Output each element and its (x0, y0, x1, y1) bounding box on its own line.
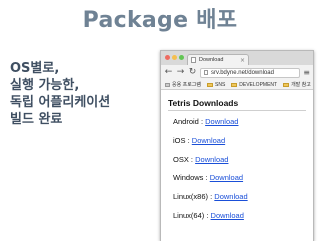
platform-label: Windows (173, 173, 204, 182)
url-text: srv.bdyne.net/download (211, 69, 274, 76)
bookmark-label: 개발 참고 (291, 82, 311, 88)
page-content: Tetris Downloads Android : Download iOS … (161, 90, 313, 241)
menu-icon[interactable]: ≡ (303, 68, 310, 77)
platform-label: Linux(64) (173, 211, 205, 220)
page-heading: Tetris Downloads (168, 98, 239, 108)
minimize-window-icon[interactable] (172, 55, 177, 60)
bookmarks-bar: 응용 프로그램 SNS DEVELOPMENT 개발 참고 (161, 80, 313, 90)
download-link-windows[interactable]: Download (210, 173, 243, 182)
bookmark-label: SNS (215, 81, 226, 88)
download-row-windows: Windows : Download (173, 173, 243, 182)
download-row-android: Android : Download (173, 117, 238, 126)
back-arrow-icon[interactable]: ← (164, 68, 173, 77)
address-bar[interactable]: srv.bdyne.net/download (200, 67, 301, 78)
description-line: 독립 어플리케이션 (10, 95, 111, 110)
tab-close-icon[interactable]: × (240, 57, 245, 64)
bookmark-label: DEVELOPMENT (239, 81, 278, 88)
folder-icon (283, 82, 290, 87)
page-info-icon (204, 70, 208, 75)
description-line: OS별로, (10, 61, 60, 76)
close-window-icon[interactable] (165, 55, 170, 60)
bookmark-development[interactable]: DEVELOPMENT (231, 82, 277, 88)
apps-grid-icon (165, 82, 170, 87)
download-link-android[interactable]: Download (205, 117, 238, 126)
download-link-linux-x86[interactable]: Download (214, 192, 247, 201)
bookmark-label: 응용 프로그램 (172, 82, 201, 88)
browser-window: Download × ← → ↻ srv.bdyne.net/download … (160, 50, 314, 241)
page-favicon-icon (191, 57, 196, 63)
download-link-osx[interactable]: Download (195, 155, 228, 164)
navigation-bar: ← → ↻ srv.bdyne.net/download ≡ (161, 65, 313, 80)
folder-icon (231, 82, 238, 87)
bookmark-dev-reference[interactable]: 개발 참고 (283, 81, 311, 88)
forward-arrow-icon[interactable]: → (176, 68, 185, 77)
folder-icon (207, 82, 213, 87)
download-row-linux-x86: Linux(x86) : Download (173, 192, 248, 201)
slide-description: OS별로, 실행 가능한, 독립 어플리케이션 빌드 완료 (10, 60, 150, 128)
platform-label: Linux(x86) (173, 192, 209, 201)
tab-strip: Download × (161, 51, 313, 65)
download-row-osx: OSX : Download (173, 155, 228, 164)
bookmark-apps[interactable]: 응용 프로그램 (165, 81, 201, 88)
reload-icon[interactable]: ↻ (188, 68, 197, 77)
description-line: 실행 가능한, (10, 78, 80, 93)
slide-title: Package 배포 (82, 8, 238, 33)
download-row-linux-64: Linux(64) : Download (173, 211, 244, 220)
description-line: 빌드 완료 (10, 112, 63, 127)
download-link-ios[interactable]: Download (192, 136, 225, 145)
browser-tab[interactable]: Download × (187, 54, 249, 65)
tab-title: Download (199, 57, 224, 63)
platform-label: Android (173, 117, 199, 126)
divider (168, 110, 306, 111)
platform-label: OSX (173, 155, 189, 164)
maximize-window-icon[interactable] (179, 55, 184, 60)
window-controls (165, 55, 184, 60)
download-link-linux-64[interactable]: Download (211, 211, 244, 220)
platform-label: iOS (173, 136, 186, 145)
bookmark-sns[interactable]: SNS (207, 82, 225, 88)
download-row-ios: iOS : Download (173, 136, 225, 145)
